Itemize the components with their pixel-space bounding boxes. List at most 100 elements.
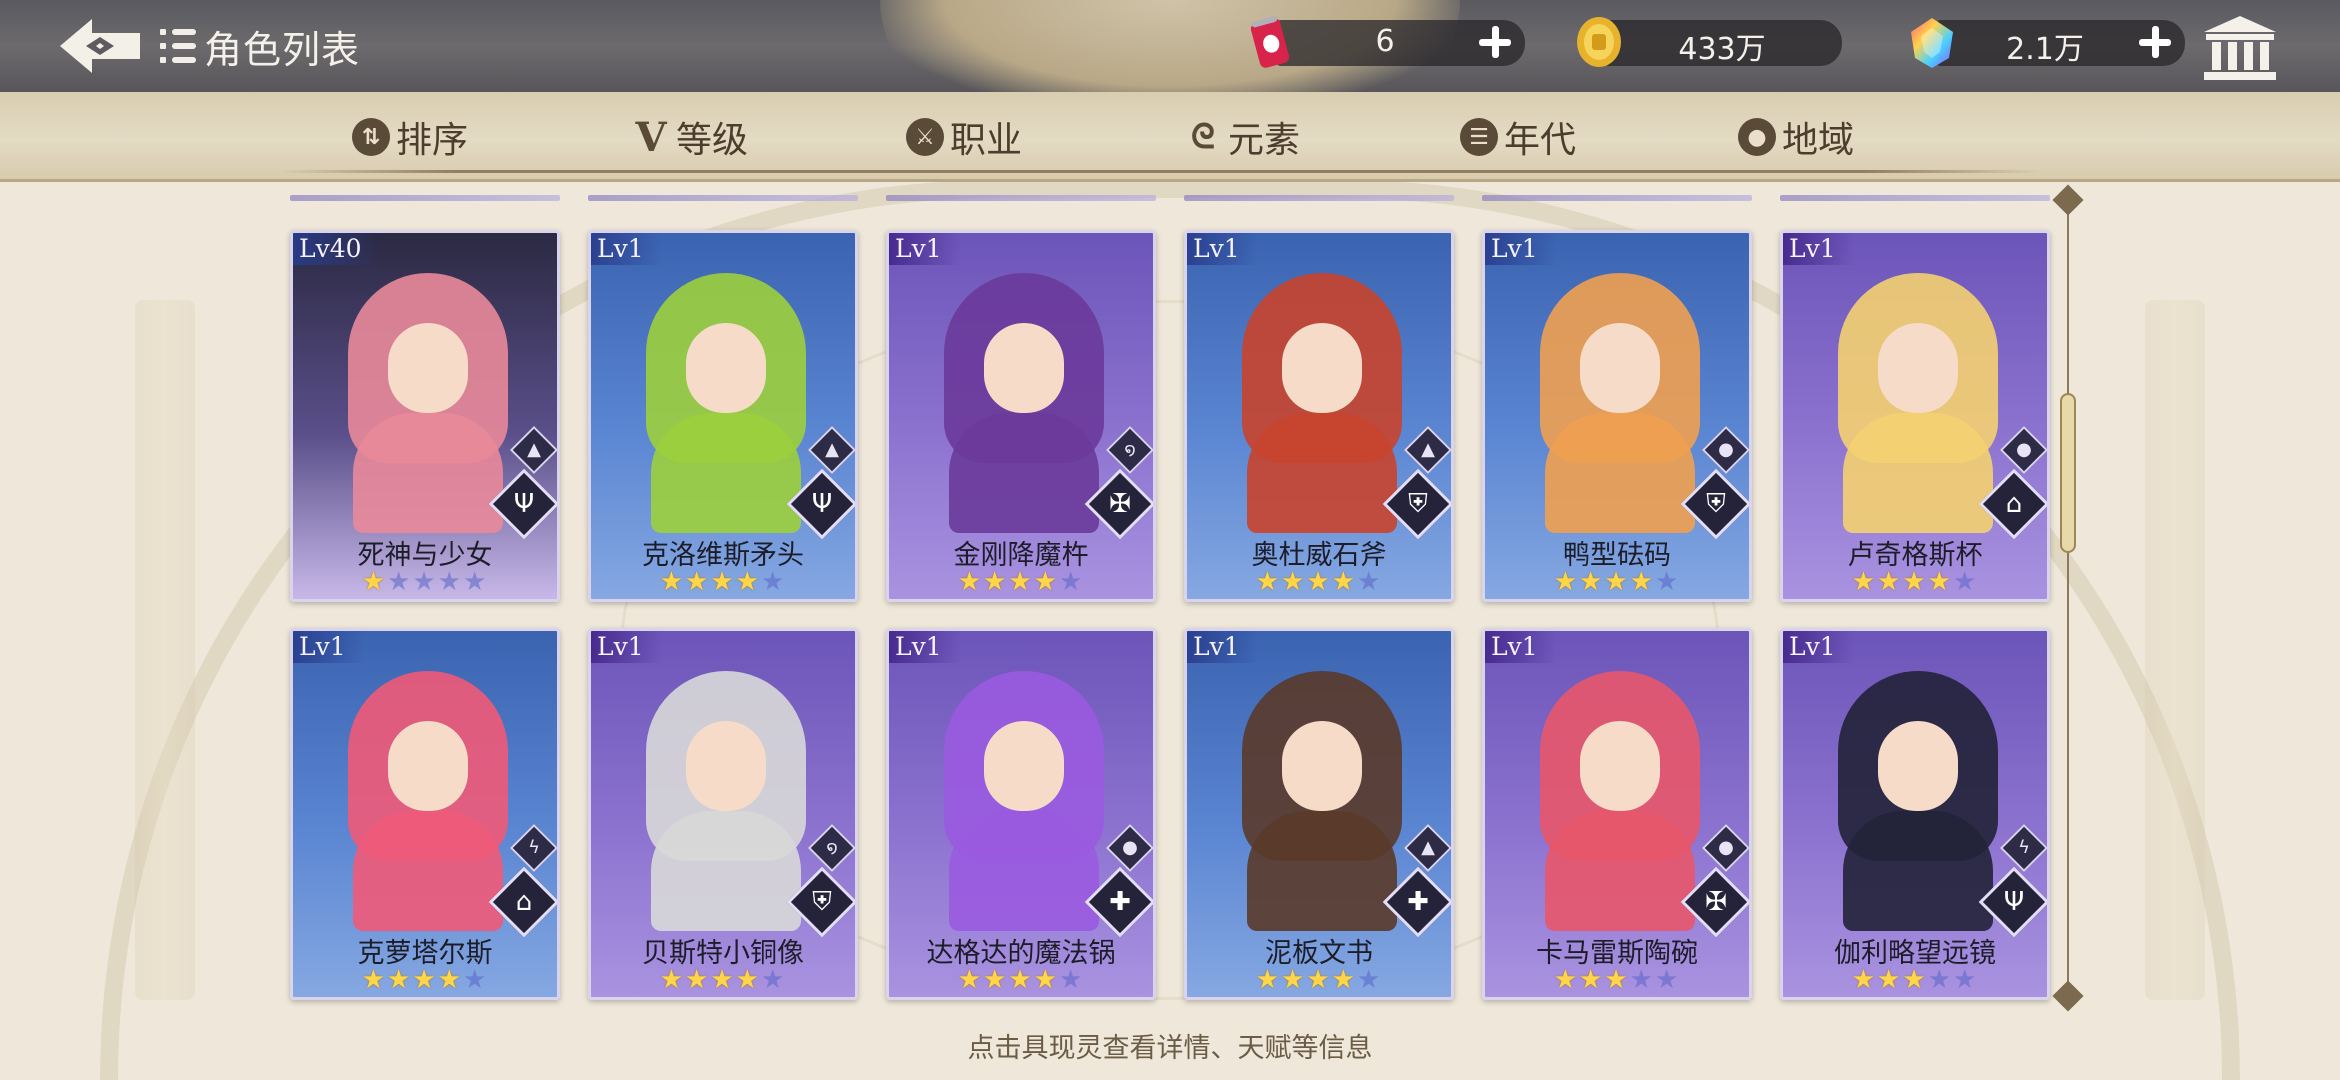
star-filled-icon: ★ [1331,965,1357,995]
sort-icon: ⇅ [352,118,390,156]
character-card[interactable]: Lv1 ▲ ✚ 泥板文书 ★★★★★ [1184,628,1454,1000]
previous-row-edge [290,195,560,201]
card-level: Lv1 [1783,233,1854,265]
star-filled-icon: ★ [1877,567,1903,597]
character-card[interactable]: Lv1 ໑ ✠ 金刚降魔杵 ★★★★★ [886,230,1156,602]
tab-element[interactable]: ᘓ 元素 [1184,112,1300,162]
tab-era-label: 年代 [1504,120,1577,161]
star-filled-icon: ★ [1255,567,1282,597]
star-empty-icon: ★ [1927,965,1953,995]
tab-level[interactable]: V 等级 [632,112,748,162]
tab-element-label: 元素 [1228,120,1301,161]
star-rating: ★★★★★ [591,965,855,995]
star-filled-icon: ★ [1281,567,1307,597]
previous-row-edge [1482,195,1752,201]
card-level: Lv1 [591,631,662,663]
currency-gold-value: 433万 [1678,32,1766,67]
currency-soda-value: 6 [1375,24,1395,59]
star-rating: ★★★★★ [1485,965,1749,995]
top-bar: 角色列表 6 433万 2.1万 [0,0,2340,110]
character-card[interactable]: Lv1 ● ⛨ 鸭型砝码 ★★★★★ [1482,230,1752,602]
character-card[interactable]: Lv40 ▲ Ψ 死神与少女 ★★★★★ [290,230,560,602]
character-card[interactable]: Lv1 ▲ ⛨ 奥杜威石斧 ★★★★★ [1184,230,1454,602]
previous-row-edge [886,195,1156,201]
star-filled-icon: ★ [1331,567,1357,597]
currency-soda: 6 [1245,16,1525,68]
page-title-group: 角色列表 [160,16,360,76]
currency-gold: 433万 [1572,17,1842,68]
star-rating: ★★★★★ [1485,567,1749,597]
star-filled-icon: ★ [1604,567,1630,597]
page-title: 角色列表 [204,27,361,72]
star-filled-icon: ★ [1033,965,1059,995]
star-filled-icon: ★ [1851,567,1878,597]
star-empty-icon: ★ [1058,567,1085,597]
star-filled-icon: ★ [387,965,413,995]
back-button[interactable] [55,12,145,80]
background-pillar-left [135,300,195,1000]
back-arrow-icon [60,19,140,73]
star-filled-icon: ★ [1306,965,1332,995]
character-card[interactable]: Lv1 ▲ Ψ 克洛维斯矛头 ★★★★★ [588,230,858,602]
star-filled-icon: ★ [1902,965,1928,995]
card-level: Lv1 [591,233,662,265]
tab-region[interactable]: ● 地域 [1738,112,1854,162]
previous-row-edge [1780,195,2050,201]
element-swirl-icon: ᘓ [1191,117,1215,157]
star-empty-icon: ★ [760,965,787,995]
tab-level-label: 等级 [676,120,749,161]
star-filled-icon: ★ [412,965,438,995]
star-filled-icon: ★ [1877,965,1903,995]
soda-can-icon [1250,16,1290,68]
class-icon: ⚔ [906,118,944,156]
card-level: Lv1 [889,631,960,663]
card-level: Lv1 [1485,233,1556,265]
location-pin-icon: ● [1738,118,1776,156]
star-filled-icon: ★ [1579,567,1605,597]
tab-sort-label: 排序 [396,120,469,161]
character-card[interactable]: Lv1 ● ⌂ 卢奇格斯杯 ★★★★★ [1780,230,2050,602]
star-filled-icon: ★ [1033,567,1059,597]
previous-row-edge [588,195,858,201]
character-card[interactable]: Lv1 ● ✠ 卡马雷斯陶碗 ★★★★★ [1482,628,1752,1000]
star-empty-icon: ★ [1654,567,1681,597]
rainbow-gem-icon [1911,18,1953,68]
star-filled-icon: ★ [957,567,984,597]
star-filled-icon: ★ [1851,965,1878,995]
star-rating: ★★★★★ [889,965,1153,995]
star-filled-icon: ★ [983,965,1009,995]
star-filled-icon: ★ [710,567,736,597]
tab-era[interactable]: ☰ 年代 [1460,112,1576,162]
star-filled-icon: ★ [1927,567,1953,597]
star-filled-icon: ★ [957,965,984,995]
star-filled-icon: ★ [1629,567,1655,597]
level-v-icon: V [635,113,667,161]
star-filled-icon: ★ [659,965,686,995]
character-card[interactable]: Lv1 ● ✚ 达格达的魔法锅 ★★★★★ [886,628,1156,1000]
star-empty-icon: ★ [462,567,489,597]
star-filled-icon: ★ [685,965,711,995]
star-rating: ★★★★★ [1187,965,1451,995]
star-filled-icon: ★ [1281,965,1307,995]
currency-gem-value: 2.1万 [2006,32,2084,67]
museum-icon[interactable] [2200,12,2280,84]
add-soda-button[interactable] [1473,20,1517,64]
scrollbar[interactable] [2052,184,2084,1012]
tab-region-label: 地域 [1782,120,1855,161]
hint-text: 点击具现灵查看详情、天赋等信息 [967,1033,1373,1064]
add-gem-button[interactable] [2133,20,2177,64]
star-empty-icon: ★ [1356,567,1383,597]
list-icon [160,29,196,63]
star-filled-icon: ★ [735,965,761,995]
tab-class[interactable]: ⚔ 职业 [906,112,1022,162]
star-filled-icon: ★ [1553,965,1580,995]
character-card[interactable]: Lv1 ϟ ⌂ 克萝塔尔斯 ★★★★★ [290,628,560,1000]
card-level: Lv1 [889,233,960,265]
star-rating: ★★★★★ [1187,567,1451,597]
card-level: Lv1 [1187,631,1258,663]
character-card[interactable]: Lv1 ϟ Ψ 伽利略望远镜 ★★★★★ [1780,628,2050,1000]
tab-sort[interactable]: ⇅ 排序 [352,112,468,162]
character-card[interactable]: Lv1 ໑ ⛨ 贝斯特小铜像 ★★★★★ [588,628,858,1000]
scrollbar-thumb[interactable] [2060,393,2076,553]
star-rating: ★★★★★ [591,567,855,597]
